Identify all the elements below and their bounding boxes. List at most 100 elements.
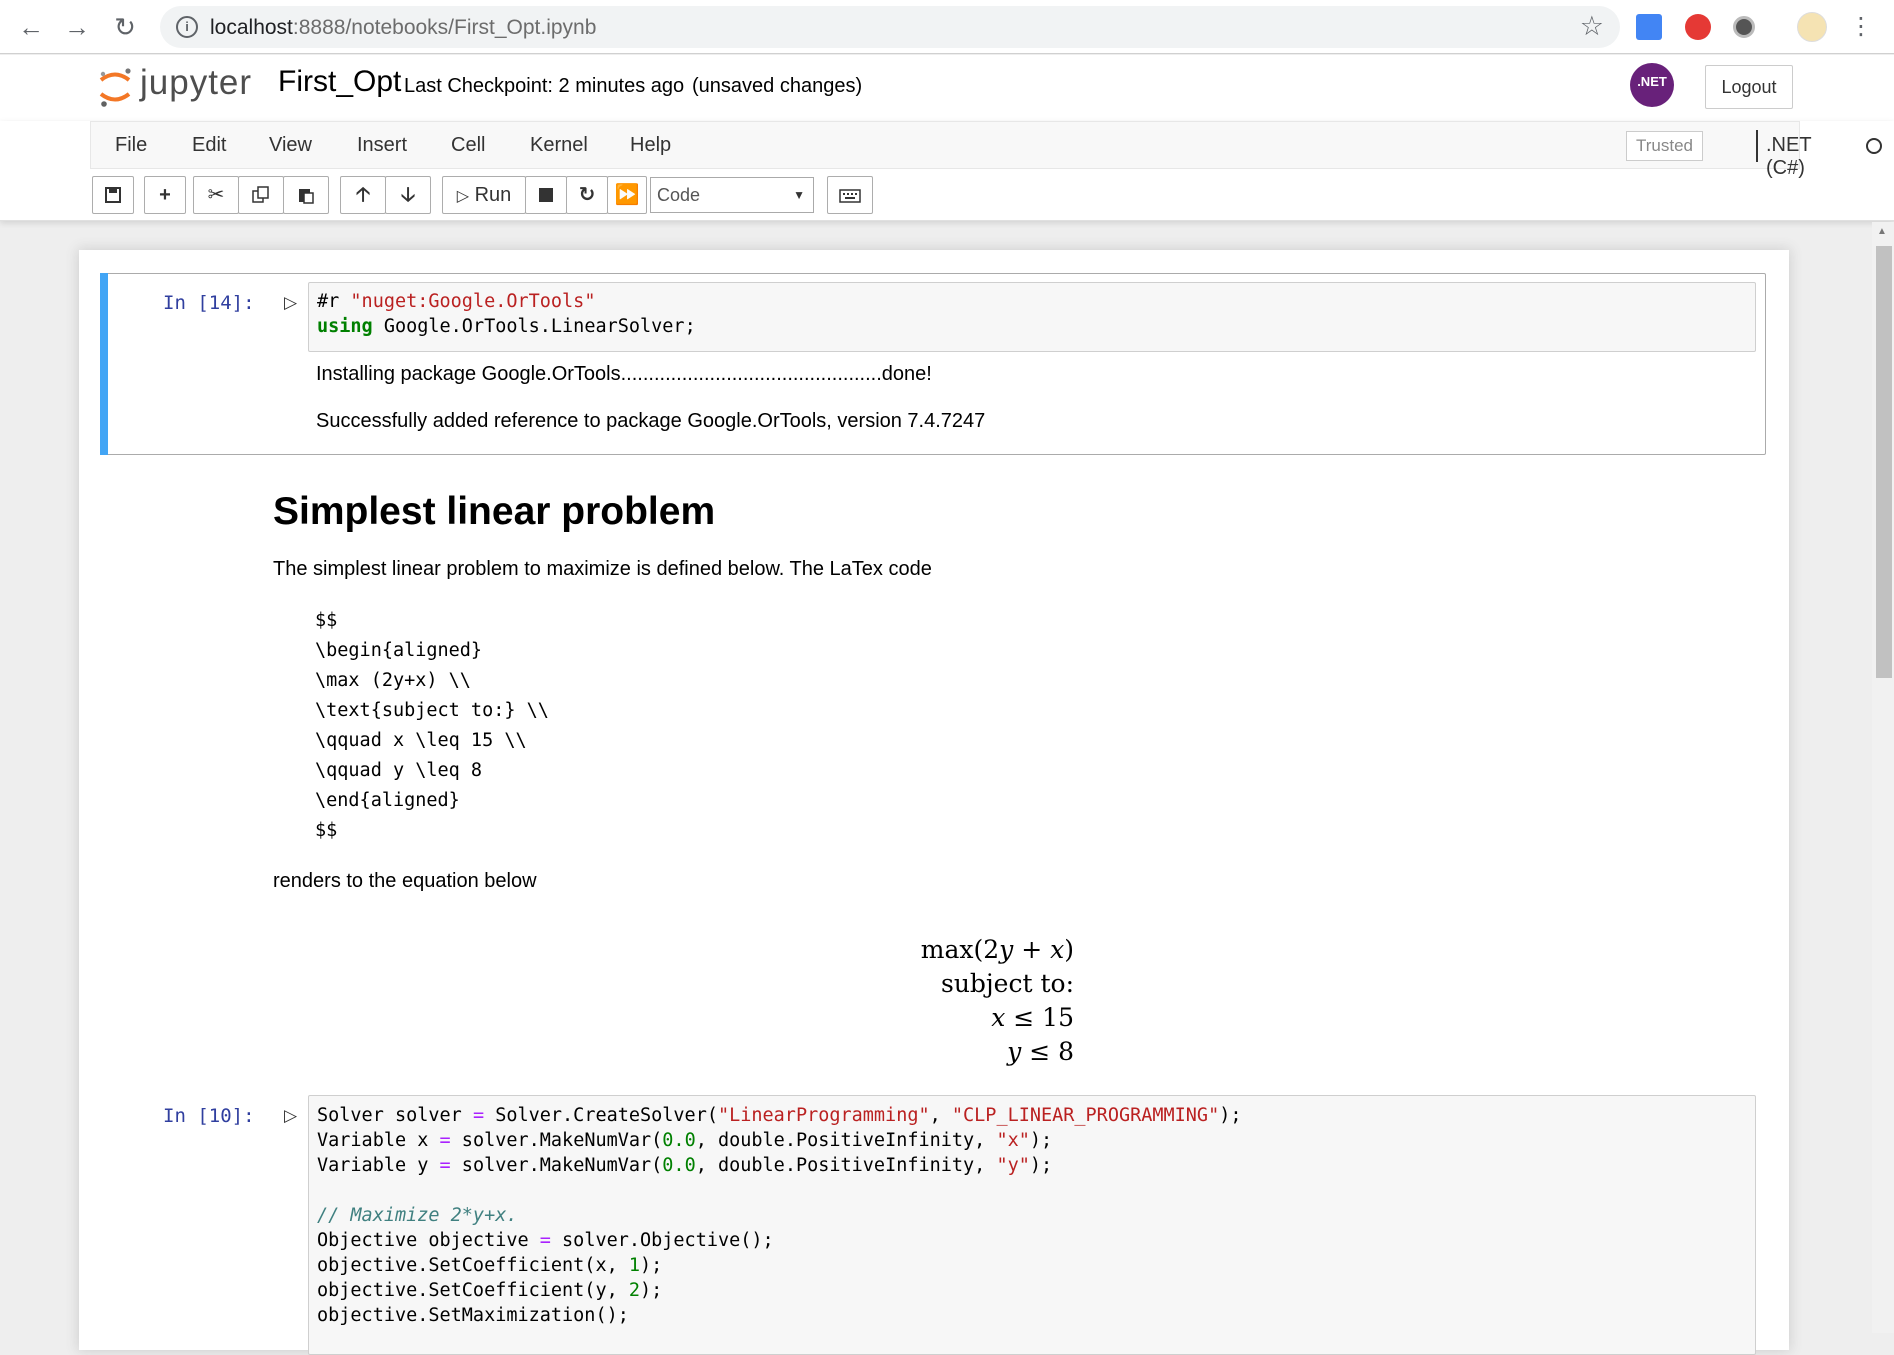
move-up-button[interactable]: 🡡 [340, 176, 386, 214]
notebook-name[interactable]: First_Opt [278, 65, 401, 99]
equation-line: subject to: [941, 969, 1074, 998]
menu-cell[interactable]: Cell [451, 134, 485, 157]
math-text: + [1013, 935, 1051, 964]
copy-button[interactable] [238, 176, 284, 214]
math-var: x [991, 1003, 1006, 1032]
restart-button[interactable]: ↻ [566, 176, 608, 214]
math-text: max(2 [920, 935, 1000, 964]
bookmark-star-icon[interactable]: ☆ [1580, 11, 1604, 42]
notebook-toolbar: + ✂ 🡡 🡣 ▷​ Run ↻ ⏩ Code ▼ [90, 176, 1800, 216]
translate-extension-icon[interactable] [1636, 14, 1662, 40]
scroll-up-arrow-icon[interactable]: ▲ [1877, 226, 1887, 237]
math-var: y [1007, 1037, 1022, 1066]
latex-line: \text{subject to:} \\ [315, 700, 549, 721]
math-text: ≤ 8 [1021, 1037, 1074, 1066]
arrow-up-icon: 🡡 [355, 184, 371, 206]
profile-avatar[interactable] [1797, 12, 1827, 42]
url-path: :8888/notebooks/First_Opt.ipynb [292, 16, 597, 39]
save-button[interactable] [92, 176, 134, 214]
kernel-idle-icon [1866, 138, 1882, 154]
cut-button[interactable]: ✂ [193, 176, 239, 214]
menu-kernel[interactable]: Kernel [530, 134, 588, 157]
markdown-paragraph: The simplest linear problem to maximize … [273, 558, 932, 580]
menu-help[interactable]: Help [630, 134, 671, 157]
latex-line: $$ [315, 820, 338, 841]
equation-line: x ≤ 15 [991, 1003, 1074, 1032]
kernel-separator [1756, 130, 1758, 162]
math-var: y [999, 935, 1014, 964]
menubar: File Edit View Insert Cell Kernel Help T… [90, 121, 1882, 179]
arrow-down-icon: 🡣 [400, 184, 416, 206]
adblock-extension-icon[interactable] [1685, 14, 1711, 40]
dropdown-caret-icon: ▼ [793, 188, 805, 202]
menu-insert[interactable]: Insert [357, 134, 407, 157]
run-cell-icon[interactable]: ▷ [284, 293, 297, 313]
code-string: "nuget:Google.OrTools" [350, 291, 596, 312]
stop-icon [539, 188, 553, 202]
cell-type-value: Code [657, 185, 701, 205]
checkpoint-status: Last Checkpoint: 2 minutes ago [404, 75, 685, 97]
run-button[interactable]: ▷​ Run [442, 176, 526, 214]
run-label: Run [474, 184, 512, 206]
fast-forward-icon: ⏩ [614, 184, 640, 206]
url-host: localhost [210, 16, 293, 39]
step-forward-icon: ▷​ [456, 188, 470, 205]
interrupt-button[interactable] [525, 176, 567, 214]
markdown-paragraph: renders to the equation below [273, 870, 537, 892]
browser-menu-icon[interactable]: ⋮ [1846, 12, 1876, 42]
info-icon[interactable]: i [176, 16, 198, 38]
unsaved-indicator: (unsaved changes) [692, 75, 863, 97]
cell-output-line: Installing package Google.OrTools.......… [316, 363, 932, 385]
plus-icon: + [159, 184, 171, 206]
run-cell-icon[interactable]: ▷ [284, 1106, 297, 1126]
jupyter-logo[interactable]: jupyter [98, 61, 263, 113]
cell-type-select[interactable]: Code ▼ [650, 177, 814, 213]
save-icon [105, 187, 121, 203]
move-down-button[interactable]: 🡣 [385, 176, 431, 214]
menu-file[interactable]: File [115, 134, 147, 157]
math-text: ) [1064, 935, 1074, 964]
command-palette-button[interactable] [827, 176, 873, 214]
reload-icon[interactable]: ↻ [110, 12, 140, 42]
jupyter-logo-text: jupyter [140, 63, 253, 102]
kernel-name[interactable]: .NET (C#) [1766, 134, 1811, 180]
cell-prompt: In [14]: [163, 292, 255, 314]
cell-prompt: In [10]: [163, 1105, 255, 1127]
paste-button[interactable] [283, 176, 329, 214]
cell-selection-bar [100, 273, 108, 455]
copy-icon [252, 186, 269, 203]
scrollbar-thumb[interactable] [1876, 246, 1892, 678]
extension-icon[interactable] [1733, 16, 1755, 38]
latex-line: \end{aligned} [315, 790, 460, 811]
jupyter-logo-icon [99, 68, 131, 107]
code-input[interactable]: Solver solver = Solver.CreateSolver("Lin… [308, 1095, 1756, 1355]
cell-output-line: Successfully added reference to package … [316, 410, 986, 432]
trusted-indicator[interactable]: Trusted [1626, 131, 1703, 161]
dotnet-logo: .NET [1630, 63, 1674, 107]
menu-view[interactable]: View [269, 134, 312, 157]
code-token: #r [317, 291, 351, 312]
latex-line: \qquad x \leq 15 \\ [315, 730, 527, 751]
forward-arrow-icon[interactable]: → [62, 12, 92, 42]
menu-edit[interactable]: Edit [192, 134, 226, 157]
latex-line: \qquad y \leq 8 [315, 760, 483, 781]
latex-line: $$ [315, 610, 338, 631]
scissors-icon: ✂ [207, 184, 225, 206]
code-comment: // Maximize 2*y+x. [317, 1205, 518, 1226]
code-input[interactable]: #r "nuget:Google.OrTools" using Google.O… [308, 282, 1756, 352]
math-var: x [1050, 935, 1065, 964]
back-arrow-icon[interactable]: ← [16, 12, 46, 42]
code-keyword: using [317, 316, 373, 337]
restart-run-all-button[interactable]: ⏩ [607, 176, 647, 214]
paste-icon [299, 189, 314, 204]
code-token: Google.OrTools.LinearSolver; [372, 316, 696, 337]
notebook-header: jupyter First_Opt Last Checkpoint: 2 min… [0, 55, 1894, 121]
browser-toolbar: ← → ↻ i localhost:8888/notebooks/First_O… [0, 0, 1894, 54]
equation-line: max(2y + x) [921, 935, 1074, 964]
restart-icon: ↻ [578, 184, 596, 206]
url-text[interactable]: localhost:8888/notebooks/First_Opt.ipynb [210, 16, 596, 40]
insert-cell-button[interactable]: + [144, 176, 186, 214]
address-bar[interactable]: i localhost:8888/notebooks/First_Opt.ipy… [160, 6, 1620, 48]
logout-button[interactable]: Logout [1705, 65, 1793, 109]
latex-line: \max (2y+x) \\ [315, 670, 471, 691]
